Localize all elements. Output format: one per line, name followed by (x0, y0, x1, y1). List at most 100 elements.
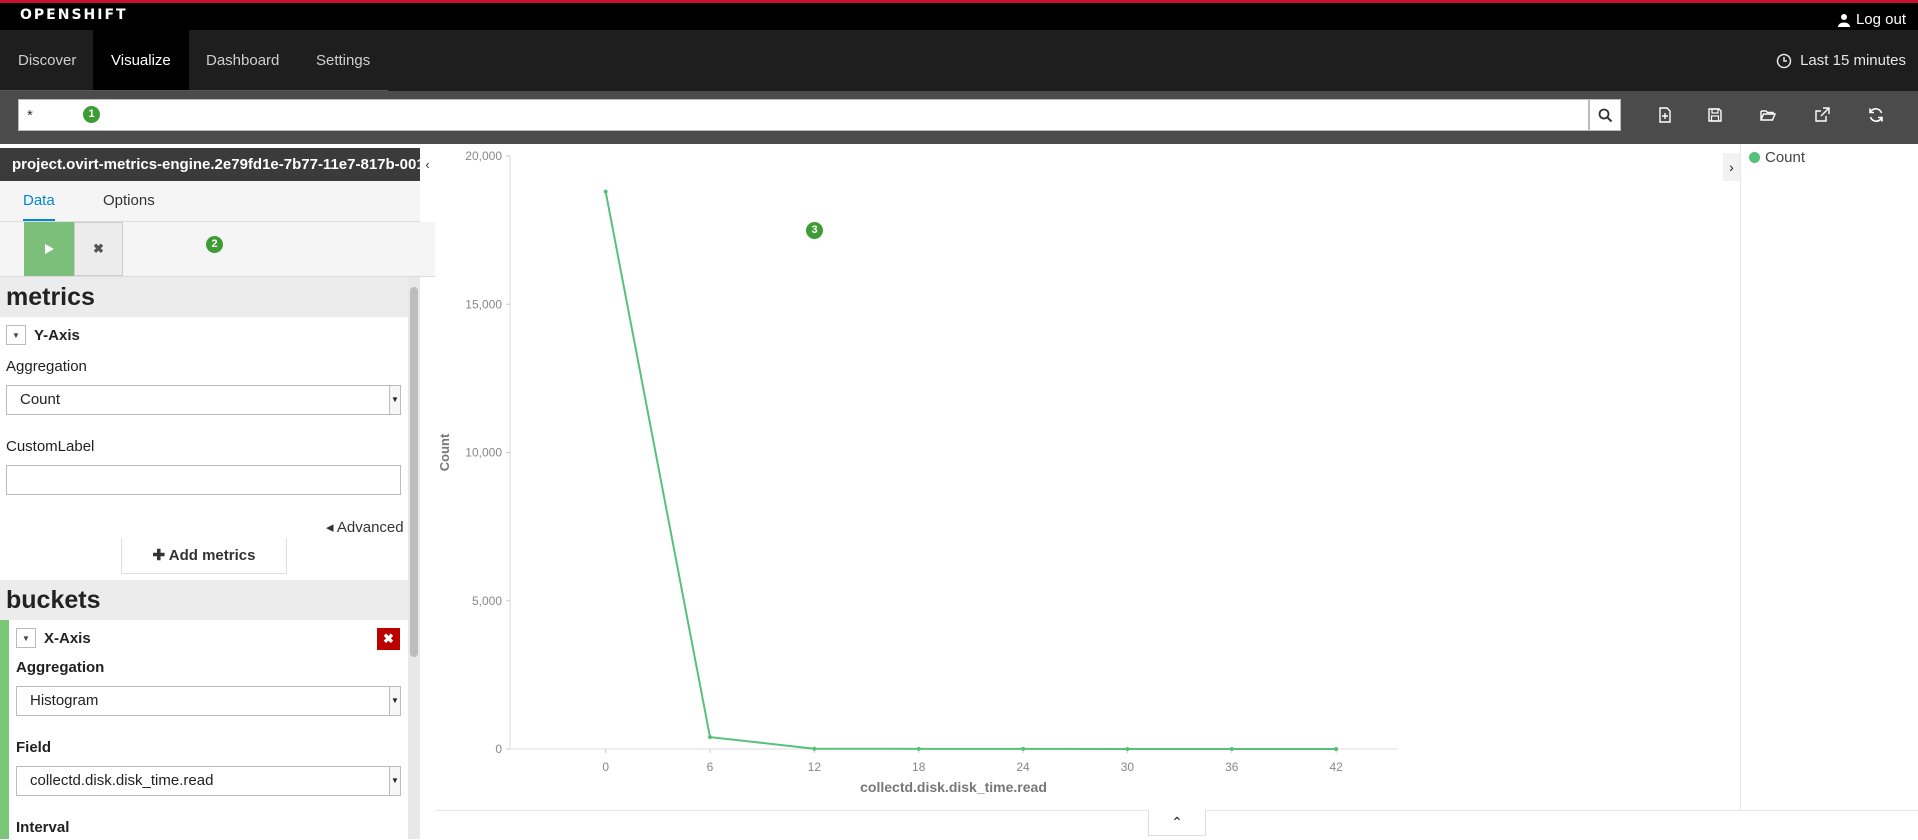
add-metrics-button[interactable]: ✚ Add metrics (121, 538, 287, 574)
x-tick-label: 6 (707, 760, 714, 774)
x-axis: 0 6 12 18 24 30 36 42 (510, 748, 1397, 774)
expand-spy-panel-button[interactable]: ⌃ (1148, 810, 1206, 836)
series-line-count (604, 191, 1337, 750)
x-tick-label: 30 (1121, 760, 1135, 774)
logout-link[interactable]: Log out (1837, 11, 1906, 28)
query-bar: * 1 (0, 91, 1918, 144)
open-button[interactable] (1757, 104, 1779, 126)
x-axis-title: collectd.disk.disk_time.read (860, 779, 1047, 795)
toggle-x-axis-button[interactable]: ▼ (16, 628, 36, 648)
new-visualization-button[interactable] (1654, 104, 1676, 126)
caret-left-icon: ◂ (326, 519, 334, 536)
add-metrics-label: Add metrics (168, 547, 256, 564)
metrics-heading: metrics (0, 277, 408, 317)
vis-editor-sidebar: project.ovirt-metrics-engine.2e79fd1e-7b… (0, 144, 445, 839)
buckets-aggregation-select[interactable]: Histogram ▼ (16, 686, 401, 716)
time-range-label: Last 15 minutes (1800, 52, 1906, 69)
apply-changes-button[interactable] (24, 222, 74, 276)
close-icon: ✖ (383, 631, 394, 646)
custom-label-label: CustomLabel (6, 438, 95, 455)
data-point[interactable] (1021, 746, 1026, 751)
buckets-aggregation-value: Histogram (30, 692, 99, 709)
save-icon (1708, 108, 1722, 122)
nav-tab-visualize[interactable]: Visualize (93, 30, 189, 91)
nav-tab-discover[interactable]: Discover (0, 30, 94, 91)
chevron-down-icon: ▼ (389, 687, 400, 715)
custom-label-input[interactable] (6, 465, 401, 495)
step-marker-2: 2 (206, 236, 223, 253)
save-button[interactable] (1704, 104, 1726, 126)
new-visualization-icon (1659, 107, 1671, 123)
y-axis: 0 5,000 10,000 15,000 20,000 (465, 149, 511, 756)
bucket-accent-bar (0, 620, 9, 839)
x-tick-label: 42 (1329, 760, 1343, 774)
tab-data[interactable]: Data (23, 181, 55, 221)
data-point[interactable] (708, 735, 713, 740)
chevron-down-icon: ▼ (389, 767, 400, 795)
legend-item-count[interactable]: Count (1749, 149, 1805, 166)
advanced-label: Advanced (336, 519, 404, 536)
clock-icon (1776, 53, 1792, 68)
metrics-aggregation-select[interactable]: Count ▼ (6, 385, 401, 415)
nav-tab-dashboard[interactable]: Dashboard (188, 30, 297, 91)
logout-label: Log out (1855, 11, 1906, 28)
main-nav: Discover Visualize Dashboard Settings La… (0, 30, 1918, 91)
collapse-sidebar-button[interactable]: ‹ (420, 148, 435, 181)
chevron-down-icon: ▼ (389, 386, 400, 414)
remove-bucket-button[interactable]: ✖ (377, 628, 400, 650)
x-tick-label: 24 (1016, 760, 1030, 774)
search-value: * (27, 107, 33, 124)
toggle-y-axis-button[interactable]: ▼ (6, 325, 26, 345)
sidebar-tabs: Data Options (0, 181, 420, 222)
legend-panel: Count (1740, 144, 1918, 810)
metrics-aggregation-label: Aggregation (6, 358, 87, 375)
tab-options[interactable]: Options (103, 181, 155, 221)
advanced-toggle[interactable]: ◂ Advanced (326, 518, 404, 536)
data-point[interactable] (1334, 746, 1339, 751)
scrollbar-thumb[interactable] (410, 287, 418, 657)
y-axis-title: Count (437, 433, 452, 471)
refresh-button[interactable] (1865, 104, 1887, 126)
chevron-left-icon: ‹ (425, 157, 430, 172)
data-point[interactable] (812, 746, 817, 751)
data-point[interactable] (1125, 746, 1130, 751)
y-tick-label: 20,000 (465, 149, 502, 163)
y-axis-row: ▼ Y-Axis (6, 325, 80, 345)
play-icon (45, 244, 54, 254)
caret-down-icon: ▼ (12, 330, 20, 340)
x-axis-label: X-Axis (44, 629, 91, 647)
top-bar: OPENSHIFT Log out (0, 3, 1918, 30)
time-picker[interactable]: Last 15 minutes (1776, 30, 1906, 91)
buckets-heading: buckets (0, 580, 408, 620)
field-select[interactable]: collectd.disk.disk_time.read ▼ (16, 766, 401, 796)
share-button[interactable] (1811, 104, 1833, 126)
series-group (603, 189, 1339, 751)
sidebar-scrollbar[interactable] (408, 277, 420, 839)
chart-panel: 0 5,000 10,000 15,000 20,000 0 6 12 18 24 30 36 42 … (435, 144, 1742, 810)
search-input[interactable]: * 1 (18, 99, 1589, 131)
line-chart: 05,00010,00015,00020,000 0 6 12 18 24 30 36 42 … (437, 149, 1397, 795)
step-marker-3: 3 (806, 222, 823, 239)
discard-changes-button[interactable]: ✖ (74, 222, 123, 276)
open-folder-icon (1760, 110, 1777, 121)
caret-down-icon: ▼ (22, 633, 30, 643)
chevron-right-icon: › (1729, 159, 1734, 175)
x-tick-label: 18 (912, 760, 926, 774)
toggle-legend-button[interactable]: › (1723, 153, 1740, 181)
field-value: collectd.disk.disk_time.read (30, 772, 214, 789)
search-button[interactable] (1589, 99, 1621, 131)
x-tick-label: 36 (1225, 760, 1239, 774)
data-point[interactable] (1229, 746, 1234, 751)
y-axis-label: Y-Axis (34, 326, 80, 344)
x-tick-label: 12 (808, 760, 822, 774)
y-tick-label: 10,000 (465, 446, 502, 460)
share-icon (1815, 107, 1830, 122)
search-icon (1598, 108, 1612, 122)
data-point[interactable] (603, 189, 608, 194)
plus-icon: ✚ (152, 547, 166, 564)
data-point[interactable] (916, 746, 921, 751)
nav-tab-settings[interactable]: Settings (298, 30, 388, 91)
y-tick-label: 0 (495, 742, 502, 756)
x-tick-label: 0 (602, 760, 609, 774)
close-icon: ✖ (93, 241, 104, 256)
